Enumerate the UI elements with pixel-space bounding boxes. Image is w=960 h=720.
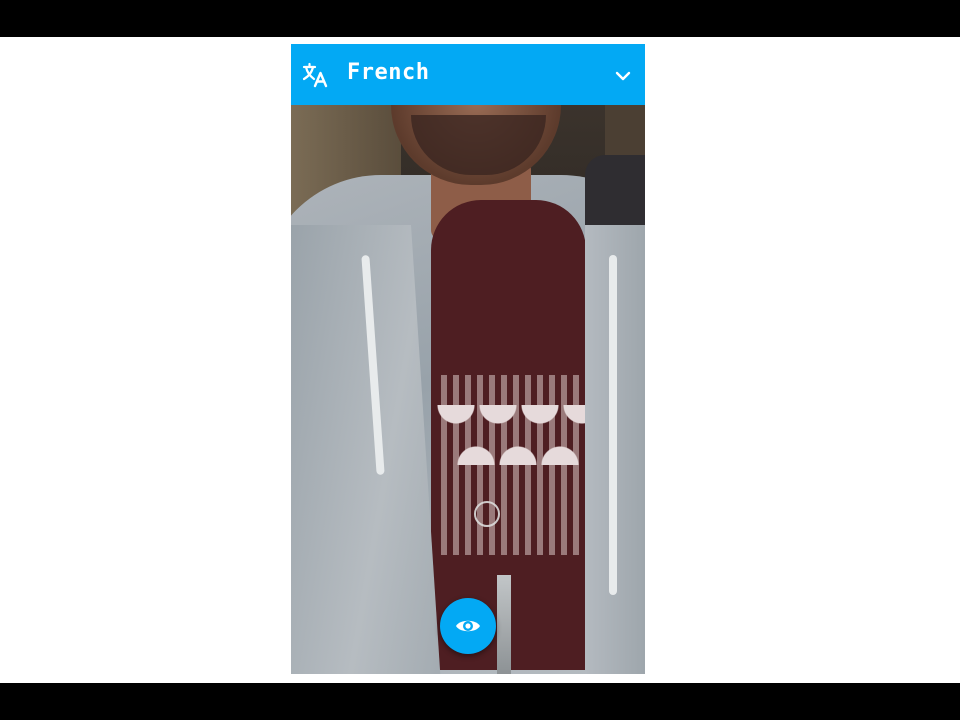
- letterbox-bottom: [0, 683, 960, 720]
- app-bar: French: [291, 44, 645, 105]
- phone-screen: French: [291, 44, 645, 674]
- camera-shirt-pattern: [441, 375, 581, 555]
- letterbox-top: [0, 0, 960, 37]
- recognize-fab-button[interactable]: [440, 598, 496, 654]
- focus-ring-indicator: [474, 501, 500, 527]
- camera-shirt-band-bottom: [436, 425, 586, 465]
- camera-zipper: [497, 575, 511, 674]
- language-selector-label[interactable]: French: [347, 60, 429, 85]
- camera-preview[interactable]: [291, 105, 645, 674]
- translate-icon[interactable]: [301, 61, 329, 89]
- chevron-down-icon[interactable]: [615, 67, 631, 81]
- eye-icon: [455, 617, 481, 635]
- camera-drawstring-right: [609, 255, 617, 595]
